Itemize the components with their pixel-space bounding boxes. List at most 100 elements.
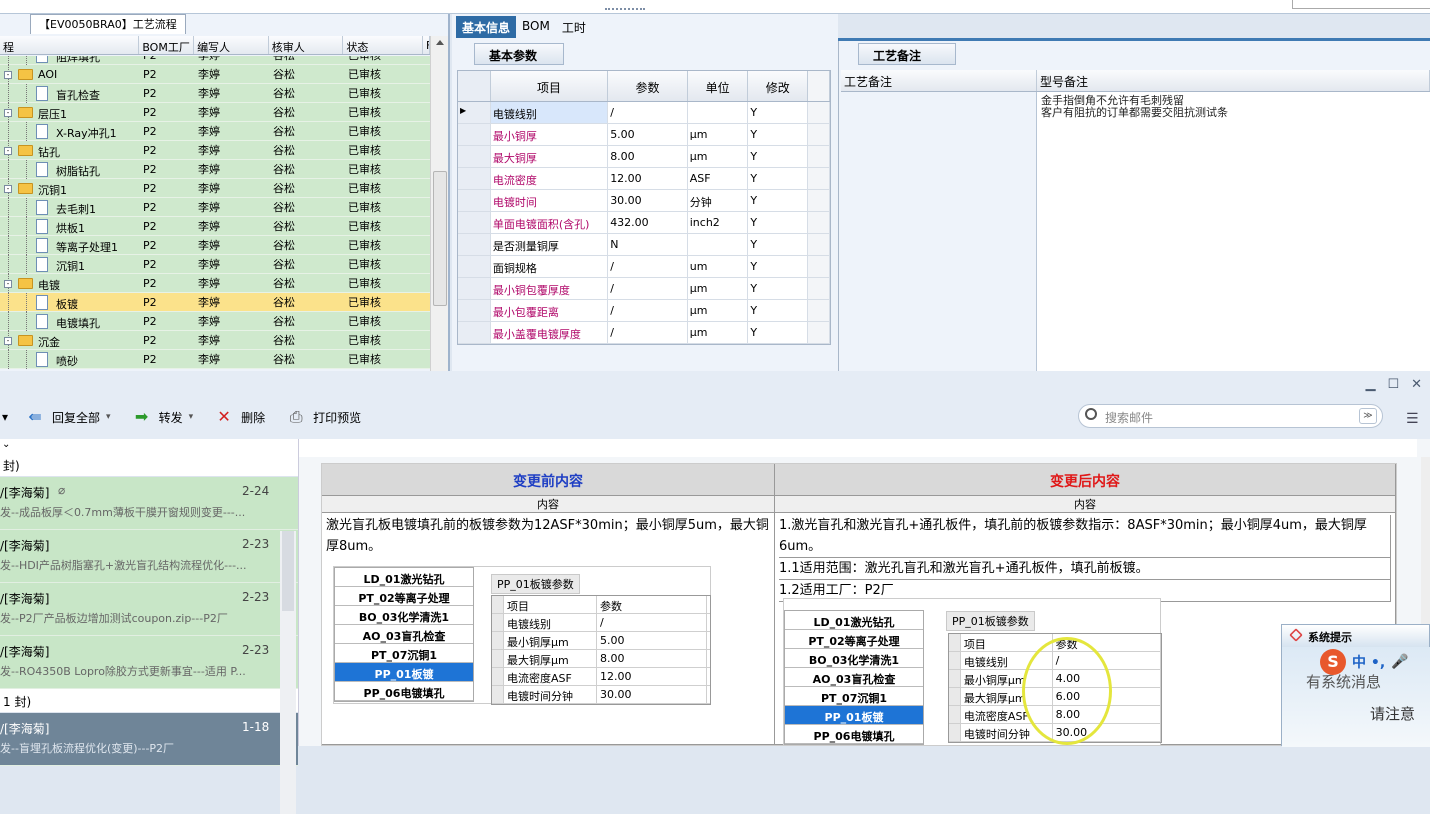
row-pointer-icon[interactable]: ▶: [458, 102, 491, 123]
collapse-toggle-icon[interactable]: -: [4, 279, 12, 288]
tree-row[interactable]: 电镀填孔 P2 李婷 谷松 已审核: [0, 311, 430, 331]
param-modify-cell[interactable]: Y: [748, 102, 809, 123]
param-modify-cell[interactable]: Y: [748, 278, 809, 299]
tree-col-header[interactable]: 编写人: [194, 36, 269, 54]
sogou-s-icon[interactable]: S: [1320, 649, 1346, 675]
delete-button[interactable]: ✕ 删除: [213, 409, 265, 426]
row-selector[interactable]: [458, 322, 491, 343]
row-selector[interactable]: [458, 190, 491, 211]
param-value-cell[interactable]: 432.00: [608, 212, 688, 233]
maximize-icon[interactable]: ☐: [1387, 377, 1399, 392]
tree-row[interactable]: - AOI P2 李婷 谷松 已审核: [0, 64, 430, 84]
param-value-cell[interactable]: /: [608, 102, 688, 123]
search-options-icon[interactable]: ≫: [1359, 408, 1377, 424]
tree-col-header[interactable]: BOM工厂: [139, 36, 195, 54]
tree-row[interactable]: 沉铜1 P2 李婷 谷松 已审核: [0, 254, 430, 274]
param-value-cell[interactable]: 30.00: [608, 190, 688, 211]
mail-group-header[interactable]: 封): [0, 453, 298, 477]
tab-bom[interactable]: BOM: [516, 16, 556, 38]
param-unit-cell[interactable]: μm: [688, 124, 749, 145]
collapse-icon[interactable]: ⌄: [0, 439, 298, 453]
param-row[interactable]: 最大铜厚 8.00 μm Y: [458, 146, 830, 168]
param-unit-cell[interactable]: μm: [688, 278, 749, 299]
tree-row[interactable]: - 沉金 P2 李婷 谷松 已审核: [0, 330, 430, 350]
ime-mode-label[interactable]: 中 •,: [1352, 652, 1385, 672]
scroll-thumb[interactable]: [433, 171, 447, 306]
tree-col-header[interactable]: 程: [0, 36, 140, 54]
mail-list-scrollbar[interactable]: [280, 531, 296, 814]
param-value-cell[interactable]: N: [608, 234, 688, 255]
param-row[interactable]: 是否测量铜厚 N Y: [458, 234, 830, 256]
param-row[interactable]: 最小盖覆电镀厚度 / μm Y: [458, 322, 830, 344]
param-row[interactable]: 最小铜包覆厚度 / μm Y: [458, 278, 830, 300]
param-value-cell[interactable]: /: [608, 322, 688, 343]
param-unit-cell[interactable]: [688, 102, 749, 123]
tree-col-header[interactable]: 状态: [343, 36, 423, 54]
param-modify-cell[interactable]: Y: [748, 168, 809, 189]
col-param[interactable]: 参数: [608, 71, 688, 101]
row-selector[interactable]: [458, 234, 491, 255]
row-selector[interactable]: [458, 146, 491, 167]
param-row[interactable]: 最小铜厚 5.00 μm Y: [458, 124, 830, 146]
toolbar-dropdown-icon[interactable]: ▾: [2, 410, 8, 424]
param-row[interactable]: 最小包覆距离 / μm Y: [458, 300, 830, 322]
param-modify-cell[interactable]: Y: [748, 234, 809, 255]
param-modify-cell[interactable]: Y: [748, 256, 809, 277]
ime-toolbar[interactable]: S 中 •, 🎤: [1320, 648, 1430, 676]
tree-row[interactable]: 树脂钻孔 P2 李婷 谷松 已审核: [0, 159, 430, 179]
row-selector[interactable]: [458, 124, 491, 145]
reply-all-button[interactable]: ⇚ 回复全部 ▾: [24, 409, 110, 426]
param-modify-cell[interactable]: Y: [748, 190, 809, 211]
collapse-toggle-icon[interactable]: -: [4, 336, 12, 345]
collapse-toggle-icon[interactable]: -: [4, 70, 12, 79]
mail-item[interactable]: /[李海菊] 2-23 发--RO4350B Lopro除胶方式更新事宜---适用 …: [0, 636, 298, 689]
mail-item[interactable]: /[李海菊] ⌀ 2-24 发--成品板厚＜0.7mm薄板干膜开窗规则变更---...: [0, 477, 298, 530]
param-row[interactable]: 面铜规格 / um Y: [458, 256, 830, 278]
param-value-cell[interactable]: /: [608, 256, 688, 277]
param-unit-cell[interactable]: um: [688, 256, 749, 277]
minimize-icon[interactable]: ▁: [1365, 377, 1375, 392]
tree-row[interactable]: 烘板1 P2 李婷 谷松 已审核: [0, 216, 430, 236]
tree-row[interactable]: 板镀 P2 李婷 谷松 已审核: [0, 292, 430, 312]
col-model-note[interactable]: 型号备注: [1037, 70, 1430, 91]
mail-search-input[interactable]: 搜索邮件 ≫: [1078, 404, 1383, 428]
splitter-grip[interactable]: [605, 8, 645, 11]
param-modify-cell[interactable]: Y: [748, 300, 809, 321]
tree-row[interactable]: - 电镀 P2 李婷 谷松 已审核: [0, 273, 430, 293]
scroll-up-icon[interactable]: [436, 40, 444, 45]
collapse-toggle-icon[interactable]: -: [4, 146, 12, 155]
param-modify-cell[interactable]: Y: [748, 212, 809, 233]
col-unit[interactable]: 单位: [688, 71, 749, 101]
tree-row[interactable]: X-Ray冲孔1 P2 李婷 谷松 已审核: [0, 121, 430, 141]
param-row[interactable]: 单面电镀面积(含孔) 432.00 inch2 Y: [458, 212, 830, 234]
col-process-note[interactable]: 工艺备注: [841, 70, 1037, 91]
tree-col-header[interactable]: F: [423, 36, 430, 54]
param-unit-cell[interactable]: inch2: [688, 212, 749, 233]
row-selector[interactable]: [458, 256, 491, 277]
tab-work-hours[interactable]: 工时: [556, 16, 592, 38]
param-row[interactable]: 电镀时间 30.00 分钟 Y: [458, 190, 830, 212]
param-unit-cell[interactable]: ASF: [688, 168, 749, 189]
row-selector[interactable]: [458, 278, 491, 299]
col-item[interactable]: 项目: [491, 71, 609, 101]
param-value-cell[interactable]: 12.00: [608, 168, 688, 189]
tree-row[interactable]: - 层压1 P2 李婷 谷松 已审核: [0, 102, 430, 122]
param-value-cell[interactable]: /: [608, 300, 688, 321]
process-note-cell[interactable]: [841, 92, 1037, 371]
menu-icon[interactable]: ☰: [1406, 411, 1419, 427]
model-note-cell[interactable]: 金手指倒角不允许有毛刺残留 客户有阻抗的订单都需要交阻抗测试条: [1037, 92, 1430, 371]
tab-basic-info[interactable]: 基本信息: [456, 16, 517, 38]
tree-scrollbar[interactable]: [430, 36, 448, 371]
param-modify-cell[interactable]: Y: [748, 322, 809, 343]
tree-row[interactable]: - 钻孔 P2 李婷 谷松 已审核: [0, 140, 430, 160]
close-icon[interactable]: ✕: [1411, 377, 1422, 392]
tree-row[interactable]: - 沉铜1 P2 李婷 谷松 已审核: [0, 178, 430, 198]
collapse-toggle-icon[interactable]: -: [4, 108, 12, 117]
param-unit-cell[interactable]: [688, 234, 749, 255]
tree-col-header[interactable]: 核审人: [269, 36, 344, 54]
print-preview-button[interactable]: ⎙ 打印预览: [285, 409, 361, 426]
param-value-cell[interactable]: 8.00: [608, 146, 688, 167]
tree-row[interactable]: 喷砂 P2 李婷 谷松 已审核: [0, 349, 430, 369]
param-unit-cell[interactable]: μm: [688, 300, 749, 321]
param-value-cell[interactable]: /: [608, 278, 688, 299]
